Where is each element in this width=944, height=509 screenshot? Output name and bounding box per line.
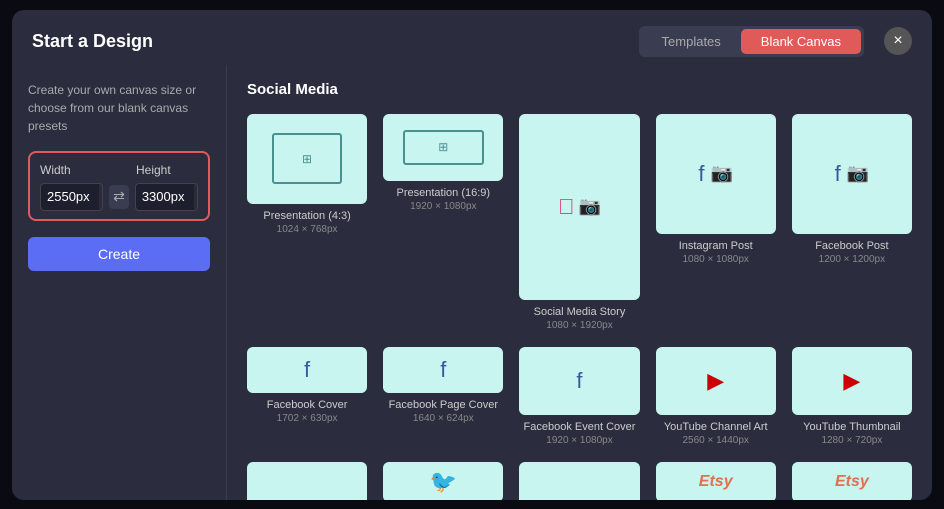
item-name: Facebook Post [815,240,888,252]
list-item[interactable]: 🐦 Twitter Post [247,462,367,499]
instagram-icon: 📷 [579,196,601,217]
content-area[interactable]: Social Media ⊞ Presentation (4:3) 1024 ×… [227,65,932,500]
sidebar-description: Create your own canvas size or choose fr… [28,81,210,135]
instagram-icon: 📷 [711,163,733,184]
item-size: 1702 × 630px [277,413,338,424]
close-button[interactable]: × [884,27,912,55]
list-item[interactable]: Etsy Etsy Mini Banner [792,462,912,499]
item-name: Presentation (16:9) [397,187,491,199]
instagram-icon: 📷 [847,163,869,184]
modal-header: Start a Design Templates Blank Canvas × [12,10,932,65]
item-size: 1280 × 720px [821,435,882,446]
tab-bar: Templates Blank Canvas [639,26,864,57]
thumbnail: 🐦 [383,462,503,499]
monitor-inner-icon: ⊞ [302,152,312,166]
width-down-button[interactable]: ▼ [99,197,103,210]
item-name: YouTube Channel Art [664,421,768,433]
height-down-button[interactable]: ▼ [194,197,198,210]
monitor-icon: ⊞ [272,133,342,185]
thumbnail: f [519,347,639,415]
thumbnail: ⊞ [247,114,367,204]
monitor-inner-icon: ⊞ [438,140,448,154]
item-size: 1080 × 1080px [682,254,748,265]
height-input-group: ▲ ▼ [135,183,198,211]
width-input[interactable] [41,184,99,209]
list-item[interactable]: f 📷 Facebook Post 1200 × 1200px [792,114,912,332]
swap-button[interactable]: ⇄ [109,185,129,209]
list-item[interactable]: ▶ YouTube Thumbnail 1280 × 720px [792,347,912,446]
thumbnail: 🐦 [247,462,367,499]
tab-templates[interactable]: Templates [642,29,741,54]
youtube-icon: ▶ [707,368,724,394]
modal-title: Start a Design [32,31,619,52]
thumbnail: Etsy [656,462,776,499]
thumbnail: f [383,347,503,392]
thumbnail: Etsy [792,462,912,499]
height-input[interactable] [136,184,194,209]
etsy-icon: Etsy [699,473,733,491]
item-size: 1200 × 1200px [819,254,885,265]
thumbnail: ⊞ [383,114,503,182]
facebook-icon: f [304,357,310,383]
list-item[interactable]: Etsy Etsy Big Banner [656,462,776,499]
height-label: Height [136,163,198,177]
thumbnail: f 📷 [656,114,776,234]
item-size: 1920 × 1080px [410,201,476,212]
height-up-button[interactable]: ▲ [194,184,198,197]
list-item[interactable]: f Facebook Event Cover 1920 × 1080px [519,347,639,446]
height-spinner: ▲ ▼ [194,184,198,210]
item-name: Presentation (4:3) [263,210,350,222]
etsy-icon: Etsy [835,473,869,491]
thumbnail: f 📷 [792,114,912,234]
list-item[interactable]:  📷 Social Media Story 1080 × 1920px [519,114,639,332]
modal-body: Create your own canvas size or choose fr… [12,65,932,500]
thumbnail: ▶ [656,347,776,415]
item-size: 1640 × 624px [413,413,474,424]
twitter-icon: 🐦 [430,469,457,495]
item-size: 1920 × 1080px [546,435,612,446]
list-item[interactable]: 📌 Pinterest Pin [519,462,639,499]
list-item[interactable]: ▶ YouTube Channel Art 2560 × 1440px [656,347,776,446]
item-name: YouTube Thumbnail [803,421,900,433]
item-size: 2560 × 1440px [682,435,748,446]
item-name: Facebook Page Cover [389,399,498,411]
facebook-icon: f [698,161,704,187]
templates-grid: ⊞ Presentation (4:3) 1024 × 768px ⊞ Pres… [247,114,912,500]
list-item[interactable]: f Facebook Page Cover 1640 × 624px [383,347,503,446]
sidebar: Create your own canvas size or choose fr… [12,65,227,500]
start-design-modal: Start a Design Templates Blank Canvas × … [12,10,932,500]
tab-blank-canvas[interactable]: Blank Canvas [741,29,861,54]
width-label: Width [40,163,102,177]
list-item[interactable]: f 📷 Instagram Post 1080 × 1080px [656,114,776,332]
item-name: Facebook Event Cover [524,421,636,433]
width-spinner: ▲ ▼ [99,184,103,210]
facebook-icon:  [558,194,575,220]
list-item[interactable]: ⊞ Presentation (4:3) 1024 × 768px [247,114,367,332]
thumbnail: f [247,347,367,392]
list-item[interactable]: ⊞ Presentation (16:9) 1920 × 1080px [383,114,503,332]
facebook-icon: f [576,368,582,394]
thumbnail: 📌 [519,462,639,499]
section-title: Social Media [247,81,912,98]
thumbnail:  📷 [519,114,639,301]
item-size: 1024 × 768px [277,224,338,235]
youtube-icon: ▶ [843,368,860,394]
size-inputs-container: Width Height ▲ ▼ ⇄ [28,151,210,221]
thumbnail: ▶ [792,347,912,415]
list-item[interactable]: f Facebook Cover 1702 × 630px [247,347,367,446]
width-up-button[interactable]: ▲ [99,184,103,197]
monitor-icon: ⊞ [403,130,484,165]
item-name: Social Media Story [534,306,626,318]
list-item[interactable]: 🐦 Twitter Header [383,462,503,499]
item-name: Facebook Cover [267,399,348,411]
create-button[interactable]: Create [28,237,210,271]
width-input-group: ▲ ▼ [40,183,103,211]
facebook-icon: f [440,357,446,383]
item-size: 1080 × 1920px [546,320,612,331]
item-name: Instagram Post [679,240,753,252]
facebook-icon: f [835,161,841,187]
